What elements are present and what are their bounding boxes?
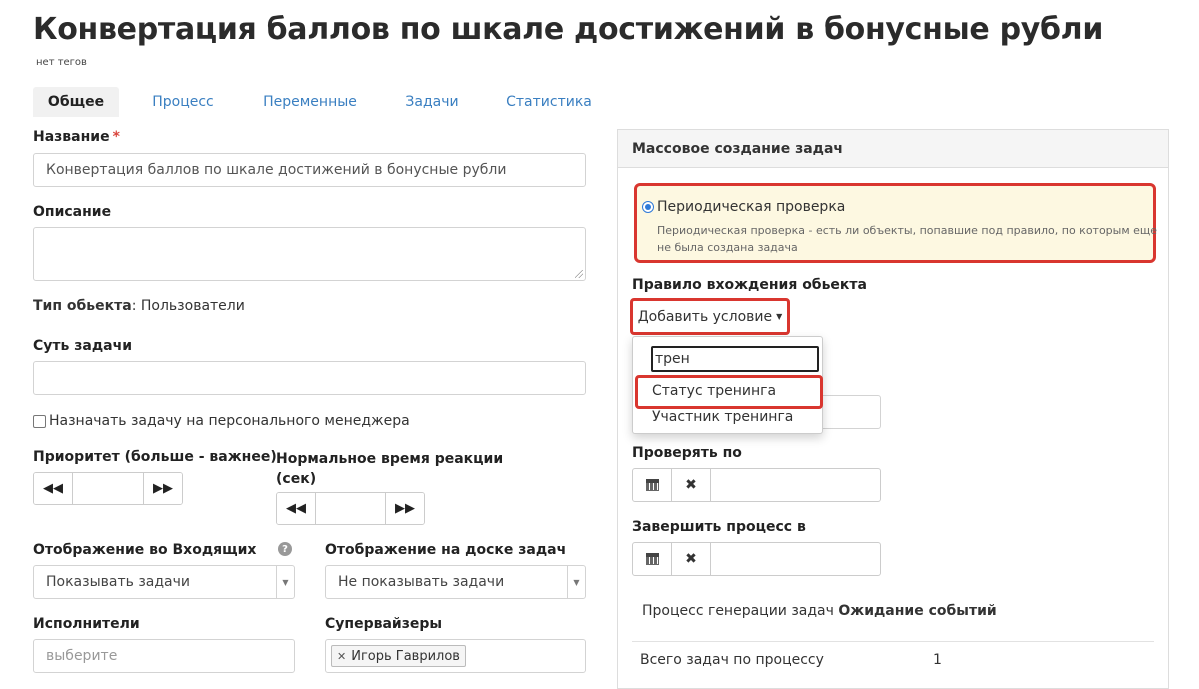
reaction-input[interactable] [315,493,386,524]
essence-input[interactable] [33,361,586,395]
assign-manager-label: Назначать задачу на персонального менедж… [49,413,410,429]
caret-down-icon: ▼ [776,312,783,321]
tags-label: нет тегов [36,57,87,68]
periodic-check-radio[interactable] [642,201,654,213]
object-type: Тип обьекта: Пользователи [33,298,245,314]
help-icon[interactable]: ? [278,542,292,556]
close-icon: ✖ [685,551,697,567]
fast-forward-icon: ▶▶ [153,481,173,496]
calendar-icon [645,479,659,491]
finish-label: Завершить процесс в [632,519,806,535]
fast-forward-icon: ▶▶ [395,501,415,516]
reaction-label-line1: Нормальное время реакции [276,451,504,467]
caret-down-icon: ▼ [276,566,294,598]
reaction-increase-button[interactable]: ▶▶ [386,493,424,524]
rule-label: Правило вхождения обьекта [632,277,867,293]
close-icon: ✖ [685,477,697,493]
reaction-stepper: ◀◀ ▶▶ [276,492,425,525]
periodic-desc-line2: не была создана задача [657,241,798,254]
name-label: Название * [33,129,120,145]
total-tasks-label: Всего задач по процессу [640,652,824,668]
add-condition-label: Добавить условие [637,308,773,325]
reaction-label: Нормальное время реакции (сек) [276,449,503,489]
inbox-display-select[interactable]: Показывать задачи ▼ [33,565,295,599]
check-by-clear-button[interactable]: ✖ [672,469,711,501]
check-by-date-picker: ✖ [632,468,881,502]
check-by-label: Проверять по [632,445,742,461]
board-display-value: Не показывать задачи [338,574,505,590]
assign-manager-checkbox[interactable] [33,414,46,428]
inbox-display-value: Показывать задачи [46,574,190,590]
tab-statistics[interactable]: Статистика [497,87,601,117]
priority-input[interactable] [72,473,144,504]
object-type-value: : Пользователи [131,298,245,314]
fast-backward-icon: ◀◀ [43,481,63,496]
assign-manager-row: Назначать задачу на персонального менедж… [33,413,410,429]
priority-stepper: ◀◀ ▶▶ [33,472,183,505]
supervisors-label: Супервайзеры [325,616,443,632]
priority-decrease-button[interactable]: ◀◀ [34,473,72,504]
gen-process-value: Ожидание событий [838,603,997,619]
gen-process-label: Процесс генерации задач [642,603,834,619]
finish-input[interactable] [711,543,880,575]
periodic-check-row: Периодическая проверка [642,199,845,215]
description-label: Описание [33,204,112,220]
page-title: Конвертация баллов по шкале достижений в… [33,12,1104,47]
caret-down-icon: ▼ [567,566,585,598]
condition-search-input[interactable]: трен [651,346,819,372]
gen-process-status: Процесс генерации задач Ожидание событий [642,603,997,619]
priority-increase-button[interactable]: ▶▶ [144,473,182,504]
board-display-select[interactable]: Не показывать задачи ▼ [325,565,586,599]
board-display-label: Отображение на доске задач [325,542,567,558]
resize-grip-icon[interactable] [575,270,583,278]
fast-backward-icon: ◀◀ [286,501,306,516]
tab-general[interactable]: Общее [33,87,119,117]
divider [632,641,1154,642]
add-condition-button[interactable]: Добавить условие ▼ [630,298,790,335]
name-input[interactable]: Конвертация баллов по шкале достижений в… [33,153,586,187]
total-tasks-value: 1 [933,652,942,668]
periodic-check-label: Периодическая проверка [657,199,846,215]
essence-label: Суть задачи [33,338,132,354]
supervisor-name: Игорь Гаврилов [351,648,460,664]
object-type-label: Тип обьекта [33,298,132,314]
executors-input[interactable]: выберите [33,639,295,673]
supervisors-input[interactable]: ✕ Игорь Гаврилов [325,639,586,673]
supervisor-chip: ✕ Игорь Гаврилов [331,645,466,667]
calendar-icon [645,553,659,565]
finish-clear-button[interactable]: ✖ [672,543,711,575]
mass-creation-header: Массовое создание задач [618,130,1168,168]
check-by-input[interactable] [711,469,880,501]
required-mark: * [112,129,120,145]
dropdown-item-training-participant[interactable]: Участник тренинга [652,409,793,425]
priority-label: Приоритет (больше - важнее) [33,449,277,465]
reaction-decrease-button[interactable]: ◀◀ [277,493,315,524]
description-textarea[interactable] [33,227,586,281]
tab-process[interactable]: Процесс [137,87,229,117]
tab-tasks[interactable]: Задачи [394,87,470,117]
dropdown-item-highlight [635,375,823,409]
finish-date-picker: ✖ [632,542,881,576]
tab-variables[interactable]: Переменные [252,87,368,117]
executors-label: Исполнители [33,616,140,632]
periodic-desc-line1: Периодическая проверка - есть ли объекты… [657,224,1158,237]
reaction-label-line2: (сек) [276,471,317,487]
check-by-calendar-button[interactable] [633,469,672,501]
periodic-check-description: Периодическая проверка - есть ли объекты… [657,222,1157,256]
finish-calendar-button[interactable] [633,543,672,575]
inbox-display-label: Отображение во Входящих [33,542,257,558]
remove-chip-icon[interactable]: ✕ [337,650,346,663]
